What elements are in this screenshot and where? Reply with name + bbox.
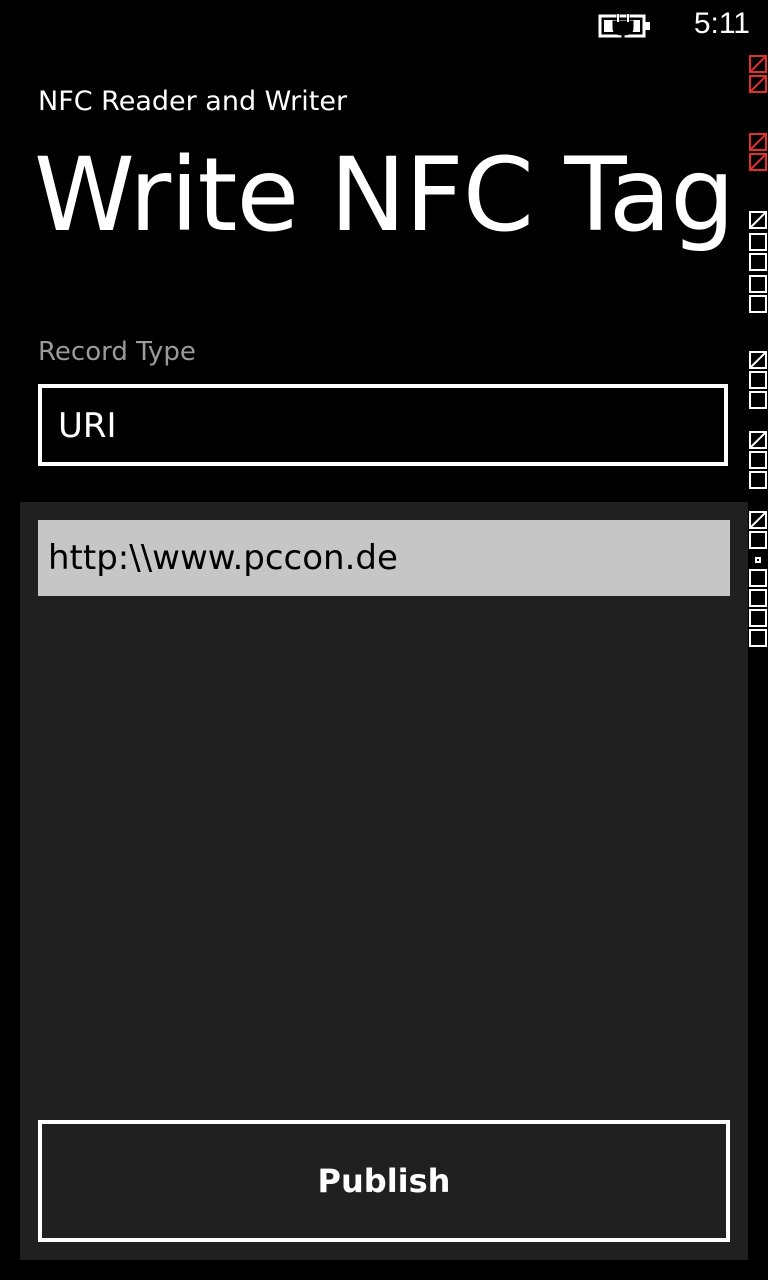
publish-button[interactable]: Publish [38,1120,730,1242]
record-type-select[interactable]: URI [38,384,728,466]
app-title: NFC Reader and Writer [38,86,348,117]
page-title: Write NFC Tag [34,136,735,255]
uri-input[interactable] [38,520,730,596]
status-time: 5:11 [693,7,750,40]
record-type-value: URI [58,406,117,446]
content-panel: Publish [20,502,748,1260]
record-type-label: Record Type [38,337,196,367]
status-bar: 5:11 [0,0,768,52]
battery-charging-icon [598,14,650,40]
frame-rate-counter-overlay [749,55,767,647]
